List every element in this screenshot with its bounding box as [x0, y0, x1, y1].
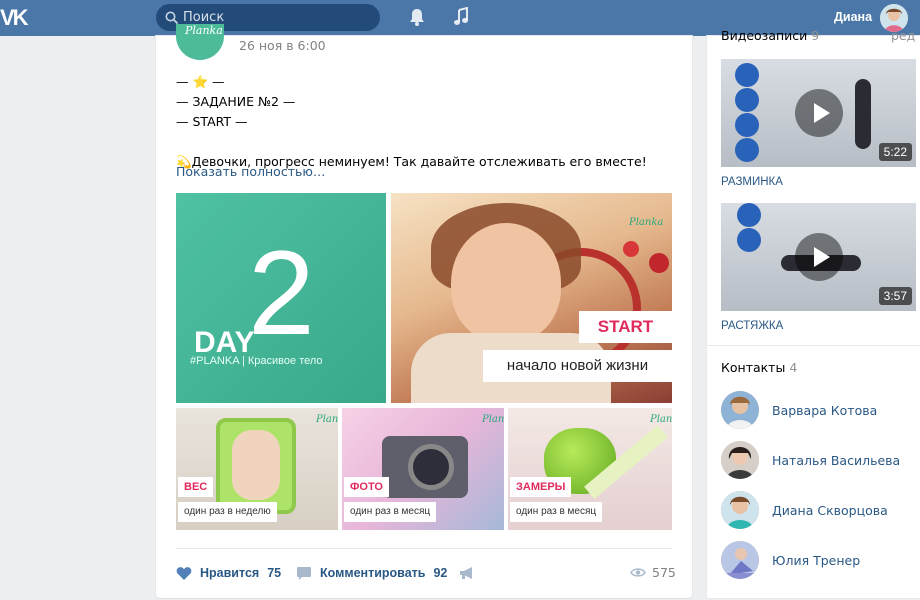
contact-item[interactable]: Юлия Тренер [721, 540, 916, 580]
video-title[interactable]: РАСТЯЖКА [721, 320, 783, 332]
videos-count: 9 [811, 28, 820, 43]
videos-header[interactable]: Видеозаписи 9 [721, 28, 819, 43]
post-image-weight[interactable]: Planka ВЕС один раз в неделю [176, 408, 338, 530]
contact-name[interactable]: Юлия Тренер [772, 553, 860, 568]
post-image-measure[interactable]: Planka ЗАМЕРЫ один раз в месяц [508, 408, 672, 530]
contacts-block: Контакты 4 Варвара Котова Наталья Василье… [707, 346, 920, 598]
views-count: 575 [652, 565, 676, 580]
post-text-line [176, 132, 676, 152]
search-icon [165, 11, 178, 24]
show-more-link[interactable]: Показать полностью… [176, 164, 325, 179]
fitball-graphic [735, 63, 761, 162]
like-button[interactable]: Нравится 75 [176, 565, 281, 581]
megaphone-icon [460, 567, 472, 579]
start-label: START [579, 311, 672, 343]
videos-title: Видеозаписи [721, 28, 808, 43]
contact-item[interactable]: Диана Скворцова [721, 490, 916, 530]
post-date[interactable]: 26 ноя в 6:00 [239, 38, 326, 53]
fitball-graphic [737, 203, 763, 299]
video-thumbnail[interactable]: 5:22 [721, 59, 916, 167]
contacts-title: Контакты [721, 360, 786, 375]
weight-label: ВЕС [178, 477, 214, 497]
post-image-photo[interactable]: Planka ФОТО один раз в месяц [342, 408, 504, 530]
post-text: — ⭐ — — ЗАДАНИЕ №2 — — START — 💫Девочки,… [176, 72, 676, 172]
contact-name[interactable]: Варвара Котова [772, 403, 877, 418]
post-text-line: — START — [176, 114, 248, 129]
new-life-caption: начало новой жизни [483, 350, 672, 382]
videos-edit-link[interactable]: ред [891, 28, 915, 43]
contact-item[interactable]: Варвара Котова [721, 390, 916, 430]
lens-graphic [408, 444, 454, 490]
wall-post: Planka 26 ноя в 6:00 — ⭐ — — ЗАДАНИЕ №2 … [156, 24, 692, 598]
contact-avatar[interactable] [721, 541, 759, 579]
user-name[interactable]: Диана [834, 10, 872, 24]
contact-name[interactable]: Диана Скворцова [772, 503, 888, 518]
contact-name[interactable]: Наталья Васильева [772, 453, 900, 468]
photo-caption: один раз в месяц [344, 502, 437, 522]
like-count: 75 [267, 566, 282, 580]
feet-graphic [232, 430, 280, 500]
bell-icon[interactable] [408, 7, 426, 27]
like-label: Нравится [200, 566, 260, 580]
video-title[interactable]: РАЗМИНКА [721, 176, 783, 188]
post-image-start[interactable]: Planka START начало новой жизни [391, 193, 672, 403]
post-divider [176, 548, 672, 549]
planka-brand: Planka [316, 414, 338, 425]
contacts-count: 4 [789, 360, 798, 375]
post-image-day2[interactable]: 2 DAY #PLANKA | Красивое тело [176, 193, 386, 403]
planka-brand: Planka [650, 414, 672, 425]
ornament-graphic [649, 253, 669, 273]
post-text-line: — ⭐ — [176, 74, 225, 89]
day-subtitle: #PLANKA | Красивое тело [190, 355, 323, 367]
group-avatar[interactable]: Planka [176, 24, 224, 60]
video-thumbnail[interactable]: 3:57 [721, 203, 916, 311]
play-icon[interactable] [795, 233, 843, 281]
comment-button[interactable]: Комментировать 92 [296, 565, 447, 581]
photo-label: ФОТО [344, 477, 389, 497]
heart-icon [176, 566, 192, 580]
video-duration: 5:22 [878, 143, 912, 161]
group-logo-text: Planka [185, 24, 223, 37]
share-button[interactable] [459, 565, 475, 581]
measure-label: ЗАМЕРЫ [510, 477, 572, 497]
vk-logo[interactable]: VK [0, 6, 30, 30]
views-counter: 575 [630, 565, 676, 580]
eye-icon [630, 568, 646, 577]
contact-avatar[interactable] [721, 441, 759, 479]
day-number: 2 [248, 226, 315, 360]
comment-label: Комментировать [320, 566, 426, 580]
comment-icon [297, 566, 311, 580]
planka-brand: Planka [629, 217, 664, 228]
weight-caption: один раз в неделю [178, 502, 277, 522]
ornament-graphic [623, 241, 639, 257]
music-icon[interactable] [452, 7, 470, 27]
contact-item[interactable]: Наталья Васильева [721, 440, 916, 480]
comment-count: 92 [433, 566, 448, 580]
person-graphic [855, 79, 871, 149]
planka-brand: Planka [482, 414, 504, 425]
contacts-header[interactable]: Контакты 4 [721, 360, 797, 375]
contact-avatar[interactable] [721, 491, 759, 529]
post-text-line: — ЗАДАНИЕ №2 — [176, 94, 296, 109]
video-duration: 3:57 [878, 287, 912, 305]
play-icon[interactable] [795, 89, 843, 137]
videos-block: Видеозаписи 9 ред 5:22 РАЗМИНКА 3:57 РАСТ… [707, 28, 920, 346]
contact-avatar[interactable] [721, 391, 759, 429]
face-graphic [451, 223, 561, 343]
measure-caption: один раз в месяц [510, 502, 603, 522]
